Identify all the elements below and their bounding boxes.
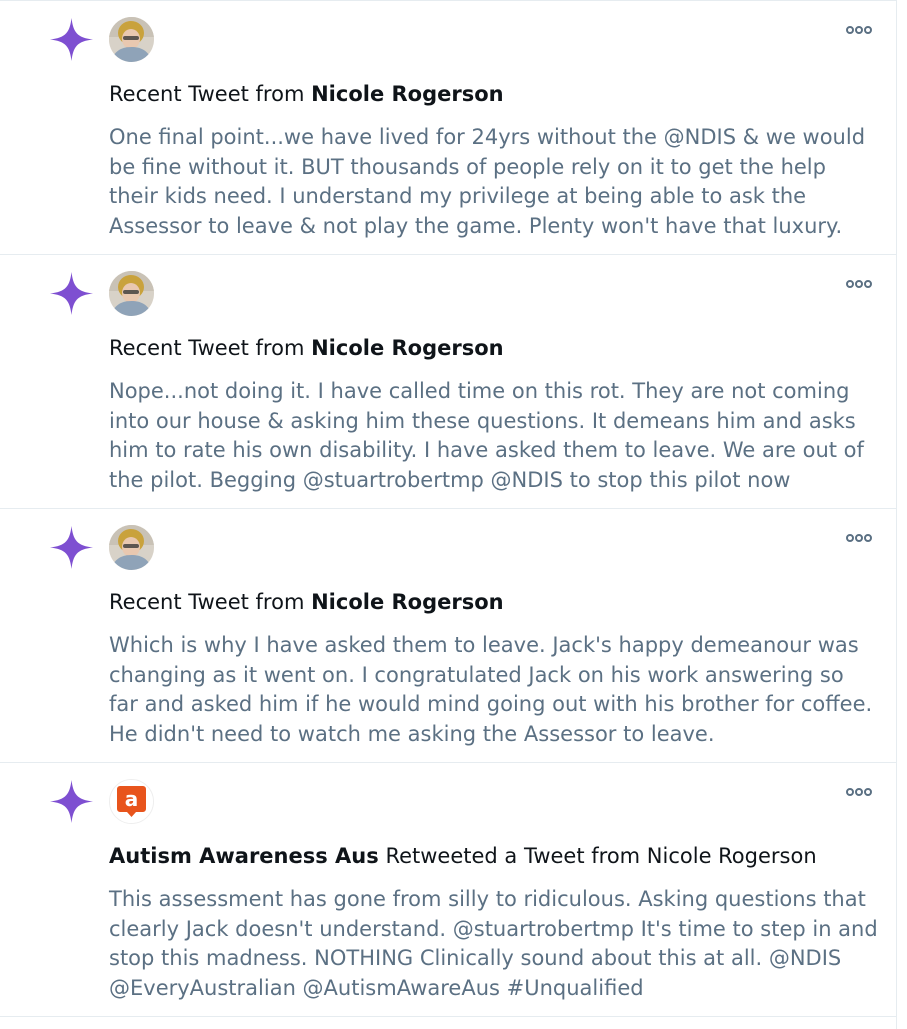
header-prefix: Recent Tweet from: [109, 336, 305, 360]
tweet-text[interactable]: Nope...not doing it. I have called time …: [109, 377, 879, 496]
item-header: Recent Tweet from Nicole Rogerson: [109, 335, 504, 361]
more-options-icon[interactable]: [846, 785, 872, 799]
sparkle-icon: [50, 780, 93, 823]
header-prefix: Recent Tweet from: [109, 590, 305, 614]
header-author[interactable]: Nicole Rogerson: [311, 590, 504, 614]
item-header: Recent Tweet from Nicole Rogerson: [109, 81, 504, 107]
tweet-text[interactable]: Which is why I have asked them to leave.…: [109, 631, 879, 750]
autism-awareness-logo-icon: a: [110, 780, 153, 823]
header-suffix: Retweeted a Tweet from Nicole Rogerson: [385, 844, 817, 868]
feed-item[interactable]: a Autism Awareness Aus Retweeted a Tweet…: [0, 763, 896, 1017]
notification-feed: Recent Tweet from Nicole Rogerson One fi…: [0, 0, 897, 1029]
avatar[interactable]: a: [109, 779, 154, 824]
svg-text:a: a: [125, 787, 139, 811]
header-author[interactable]: Autism Awareness Aus: [109, 844, 379, 868]
more-options-icon[interactable]: [846, 277, 872, 291]
more-options-icon[interactable]: [846, 531, 872, 545]
woman-portrait-avatar-icon: [109, 17, 154, 62]
feed-item[interactable]: Recent Tweet from Nicole Rogerson Which …: [0, 509, 896, 763]
tweet-text[interactable]: One final point...we have lived for 24yr…: [109, 123, 879, 242]
avatar[interactable]: [109, 525, 154, 570]
more-options-icon[interactable]: [846, 23, 872, 37]
feed-item[interactable]: Recent Tweet from Nicole Rogerson Nope..…: [0, 255, 896, 509]
header-author[interactable]: Nicole Rogerson: [311, 82, 504, 106]
item-header: Autism Awareness Aus Retweeted a Tweet f…: [109, 843, 817, 869]
sparkle-icon: [50, 18, 93, 61]
feed-item[interactable]: Recent Tweet from Nicole Rogerson One fi…: [0, 1, 896, 255]
woman-portrait-avatar-icon: [109, 271, 154, 316]
avatar[interactable]: [109, 17, 154, 62]
avatar[interactable]: [109, 271, 154, 316]
woman-portrait-avatar-icon: [109, 525, 154, 570]
header-author[interactable]: Nicole Rogerson: [311, 336, 504, 360]
tweet-text[interactable]: This assessment has gone from silly to r…: [109, 885, 879, 1004]
sparkle-icon: [50, 526, 93, 569]
sparkle-icon: [50, 272, 93, 315]
item-header: Recent Tweet from Nicole Rogerson: [109, 589, 504, 615]
header-prefix: Recent Tweet from: [109, 82, 305, 106]
